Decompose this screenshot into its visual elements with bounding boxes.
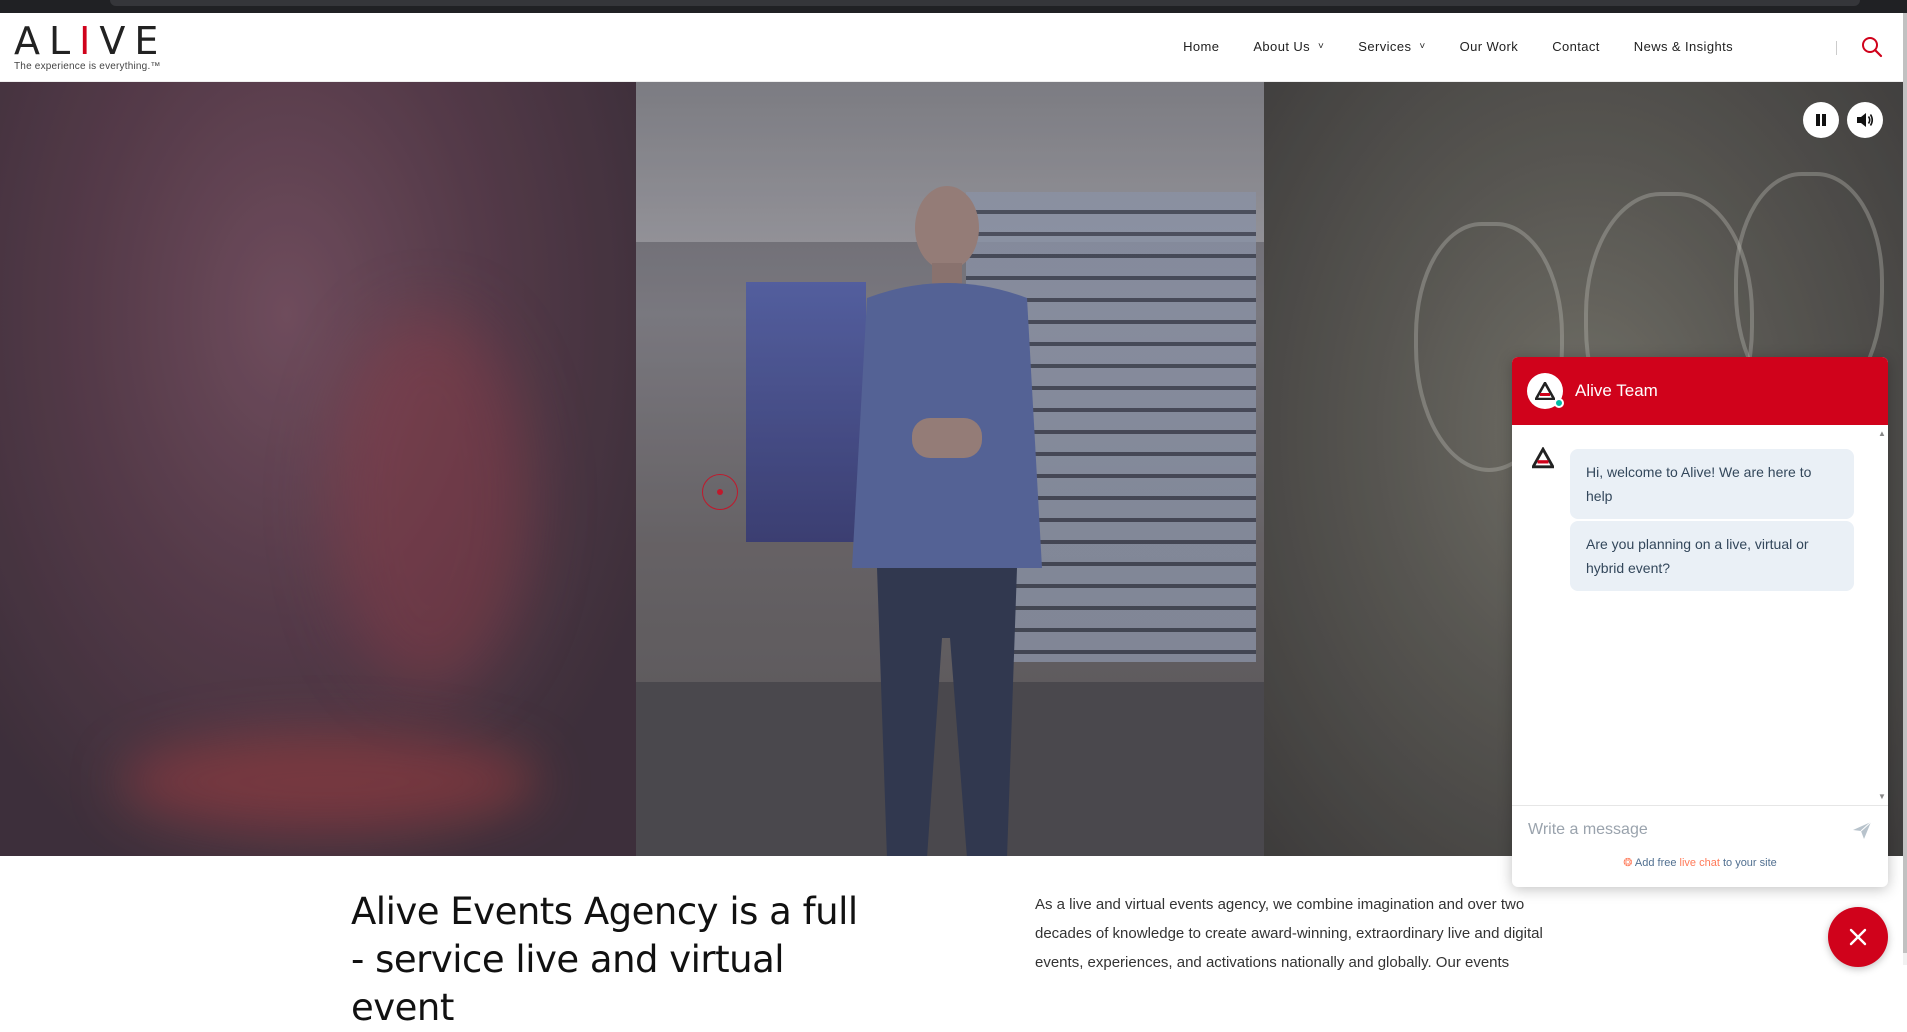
chat-powered-by[interactable]: ❂ Add free live chat to your site	[1512, 853, 1888, 881]
alive-logo[interactable]: ALIVE The experience is everything.™	[14, 21, 167, 72]
nav-divider	[1836, 41, 1837, 55]
nav-item-services[interactable]: Services ˅	[1358, 39, 1425, 54]
pause-button[interactable]	[1803, 102, 1839, 138]
cursor-dot	[717, 489, 723, 495]
hubspot-sprocket-icon: ❂	[1623, 857, 1633, 869]
volume-icon	[1857, 113, 1874, 127]
scroll-down-icon[interactable]: ▼	[1878, 792, 1886, 801]
nav-item-contact[interactable]: Contact	[1552, 39, 1600, 54]
chat-scrollbar[interactable]: ▲ ▼	[1878, 429, 1886, 801]
chat-messages[interactable]: ▲ ▼ Hi, welcome to Alive! We are here to…	[1512, 425, 1888, 805]
chat-header: Alive Team	[1512, 357, 1888, 425]
chat-message: Hi, welcome to Alive! We are here to hel…	[1570, 449, 1854, 519]
nav-item-about-us[interactable]: About Us ˅	[1253, 39, 1324, 54]
scroll-up-icon[interactable]: ▲	[1878, 429, 1886, 438]
chevron-down-icon: ˅	[1318, 41, 1325, 52]
browser-url-bar[interactable]	[110, 0, 1860, 6]
chat-avatar	[1527, 373, 1564, 409]
chat-title: Alive Team	[1575, 381, 1658, 400]
nav-item-our-work[interactable]: Our Work	[1460, 39, 1519, 54]
send-icon[interactable]	[1850, 818, 1874, 842]
chat-input-placeholder: Write a message	[1528, 820, 1648, 838]
browser-chrome-strip	[0, 0, 1907, 13]
scrollbar-thumb[interactable]	[1903, 13, 1907, 953]
page-scrollbar[interactable]	[1903, 13, 1907, 965]
main-nav: Home About Us ˅ Services ˅ Our Work Contac…	[1149, 39, 1733, 54]
nav-item-news-insights[interactable]: News & Insights	[1634, 39, 1733, 54]
intro-paragraph: As a live and virtual events agency, we …	[1035, 896, 1543, 971]
chat-message: Are you planning on a live, virtual or h…	[1570, 521, 1854, 591]
bot-avatar-icon	[1532, 447, 1554, 469]
intro-heading: Alive Events Agency is a full - service …	[351, 890, 858, 1029]
logo-wordmark: ALIVE	[14, 19, 168, 63]
chevron-down-icon: ˅	[1419, 41, 1426, 52]
chat-widget: Alive Team ▲ ▼ Hi, welcome to Alive! We …	[1512, 357, 1888, 887]
search-icon	[1862, 37, 1883, 58]
volume-button[interactable]	[1847, 102, 1883, 138]
chat-message-input[interactable]: Write a message	[1512, 805, 1888, 853]
close-icon	[1849, 928, 1867, 946]
pause-icon	[1816, 114, 1826, 126]
search-button[interactable]	[1860, 35, 1884, 59]
nav-item-home[interactable]: Home	[1183, 39, 1219, 54]
online-status-dot	[1554, 398, 1564, 408]
site-header: ALIVE The experience is everything.™ Hom…	[0, 13, 1903, 82]
alive-a-logo-icon	[1535, 382, 1555, 400]
chat-close-button[interactable]	[1828, 907, 1888, 967]
logo-tagline: The experience is everything.™	[14, 61, 161, 72]
